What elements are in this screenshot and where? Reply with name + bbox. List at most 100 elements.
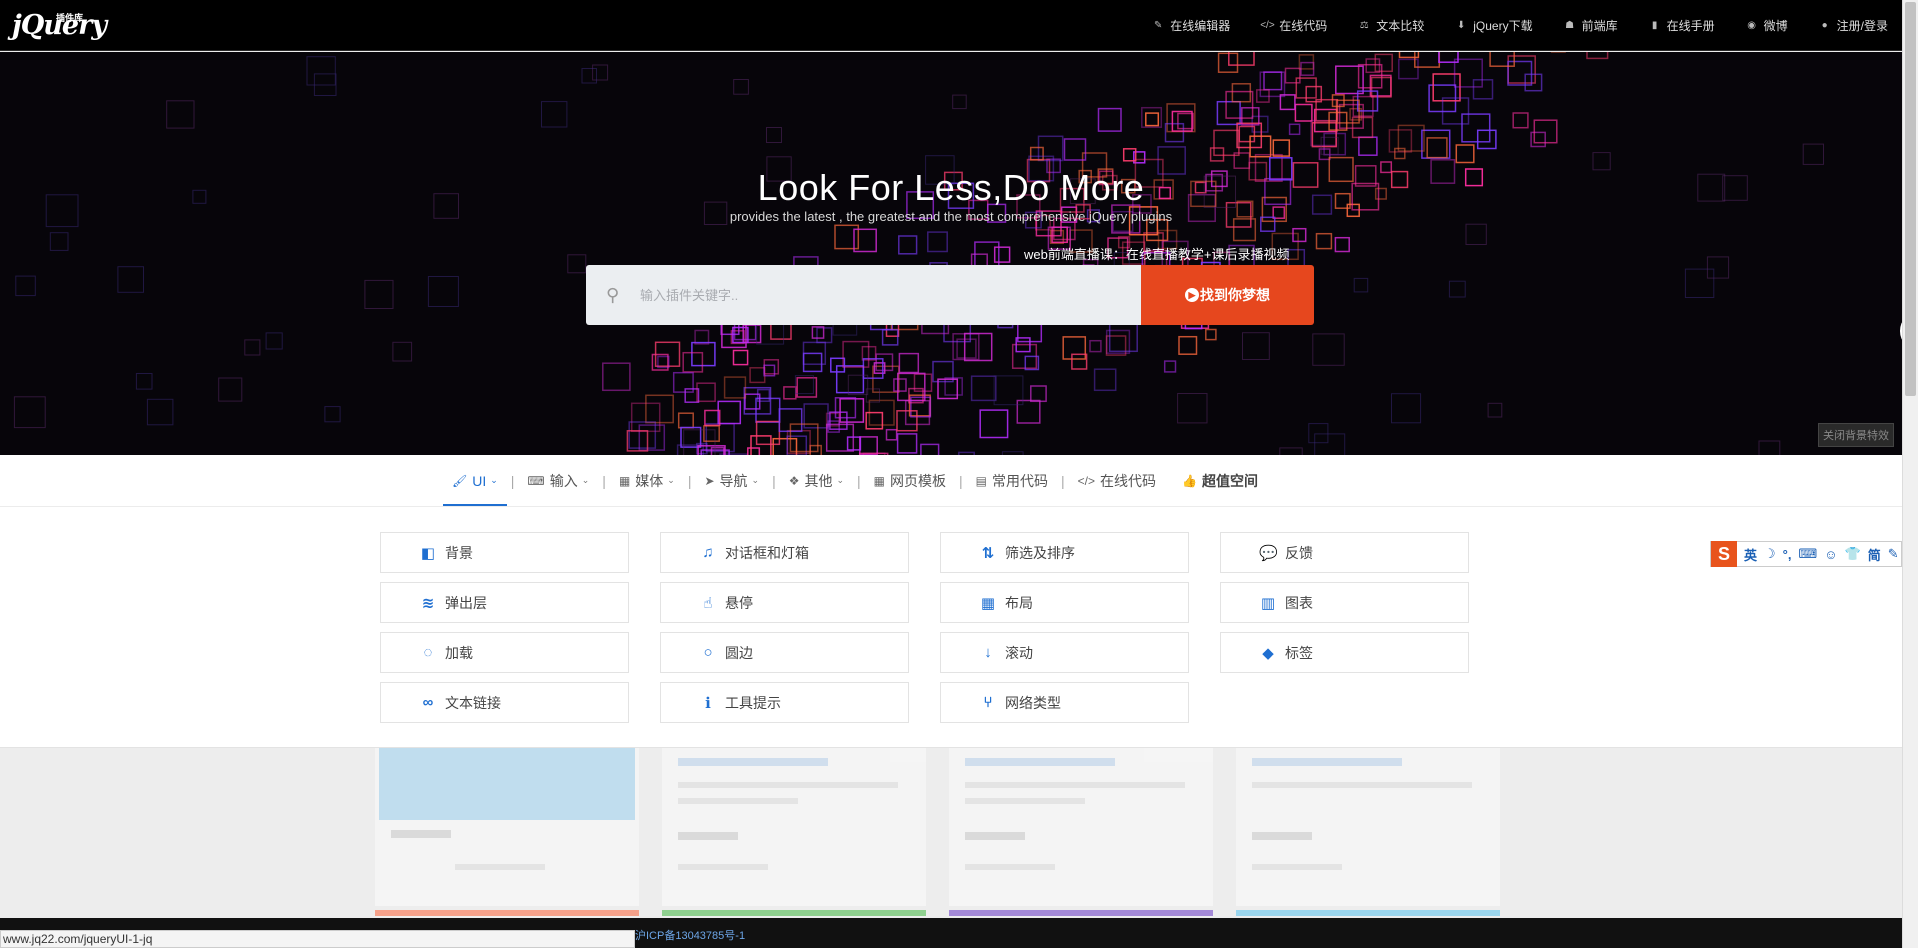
nav-item-4[interactable]: ☗ 前端库 xyxy=(1563,17,1618,34)
promo-link[interactable]: web前端直播课：在线直播教学+课后录播视频 xyxy=(1024,244,1289,263)
nav-item-7[interactable]: ● 注册/登录 xyxy=(1818,17,1888,34)
category-item[interactable]: ▦ 布局 xyxy=(940,582,1189,623)
category-label: 标签 xyxy=(1285,644,1313,661)
ime-item[interactable]: 简 xyxy=(1868,545,1881,564)
close-effect-button[interactable]: 关闭背景特效 xyxy=(1818,423,1894,447)
neon-square xyxy=(896,410,918,432)
tab-separator: | xyxy=(510,472,515,489)
icp-link[interactable]: 沪ICP备13043785号-1 xyxy=(635,927,745,943)
ime-item[interactable]: ✎ xyxy=(1888,546,1899,562)
neon-square xyxy=(306,56,336,86)
ime-item[interactable]: °, xyxy=(1783,547,1792,562)
category-item[interactable]: ∞ 文本链接 xyxy=(380,682,629,723)
tab-5[interactable]: ▦ 网页模板 xyxy=(865,455,955,506)
category-item[interactable]: ↓ 滚动 xyxy=(940,632,1189,673)
neon-square xyxy=(1284,67,1301,84)
tab-1[interactable]: ⌨ 输入 ⌄ xyxy=(518,455,598,506)
nav-item-3[interactable]: ⬇ jQuery下载 xyxy=(1454,17,1533,34)
neon-square xyxy=(1071,353,1088,370)
tab-8[interactable]: 👍 超值空间 xyxy=(1173,455,1267,506)
tab-label: 输入 xyxy=(549,472,578,489)
tab-label: 在线代码 xyxy=(1100,472,1156,489)
code-icon: </> xyxy=(1077,473,1095,488)
tab-separator: | xyxy=(687,472,692,489)
plugin-card[interactable] xyxy=(662,748,926,906)
category-item[interactable]: ⇅ 筛选及排序 xyxy=(940,532,1189,573)
neon-square xyxy=(218,377,243,402)
user-icon: ● xyxy=(1821,20,1828,31)
category-label: 背景 xyxy=(445,544,473,561)
category-item[interactable]: ♫ 对话框和灯箱 xyxy=(660,532,909,573)
neon-square xyxy=(15,275,36,297)
neon-square xyxy=(1216,100,1241,126)
neon-square xyxy=(1448,280,1466,298)
hero-background-effect xyxy=(13,52,1824,455)
neon-square xyxy=(1489,52,1515,67)
category-item[interactable]: ○ 圆边 xyxy=(660,632,909,673)
category-item[interactable]: ⑂ 网络类型 xyxy=(940,682,1189,723)
nav-item-6[interactable]: ◉ 微博 xyxy=(1745,17,1787,34)
neon-square xyxy=(1209,147,1225,162)
circle-icon: ○ xyxy=(703,644,713,661)
category-item[interactable]: ☝ 悬停 xyxy=(660,582,909,623)
category-item[interactable]: ▥ 图表 xyxy=(1220,582,1469,623)
neon-square xyxy=(541,101,568,128)
ime-item[interactable]: ☺ xyxy=(1824,547,1837,562)
search-box: ⚲ xyxy=(586,265,1141,325)
tab-separator: | xyxy=(1061,472,1065,489)
tab-2[interactable]: ▦ 媒体 ⌄ xyxy=(610,455,684,506)
top-nav: ✎ 在线编辑器 </> 在线代码 ⚖ 文本比较 ⬇ jQuery下载 ☗ 前端库 ▮ 在线手册 ◉ 微博 ●… xyxy=(1121,0,1888,51)
nav-item-1[interactable]: </> 在线代码 xyxy=(1260,17,1327,34)
page-scrollbar[interactable] xyxy=(1902,0,1918,948)
ime-item[interactable]: 👕 xyxy=(1845,546,1861,562)
category-item[interactable]: ≋ 弹出层 xyxy=(380,582,629,623)
neon-square xyxy=(1093,368,1117,392)
neon-square xyxy=(1242,332,1270,361)
tab-7[interactable]: </> 在线代码 xyxy=(1069,455,1165,506)
weibo-icon: ◉ xyxy=(1747,20,1756,31)
category-label: 弹出层 xyxy=(445,594,487,611)
plugin-card[interactable] xyxy=(949,748,1213,906)
ime-item[interactable]: ⌨ xyxy=(1798,546,1817,562)
site-logo[interactable]: jQuery 插件库 xyxy=(12,10,107,42)
neon-square xyxy=(1758,440,1781,455)
tab-label: 网页模板 xyxy=(890,472,947,489)
plugin-card[interactable] xyxy=(375,748,639,906)
neon-square xyxy=(1287,248,1306,267)
nav-item-0[interactable]: ✎ 在线编辑器 xyxy=(1151,17,1230,34)
category-item[interactable]: ◌ 加载 xyxy=(380,632,629,673)
neon-square xyxy=(1487,402,1503,418)
film-icon: ▦ xyxy=(618,473,631,488)
plugin-list xyxy=(0,748,1902,938)
sogou-logo-icon[interactable]: S xyxy=(1711,541,1737,567)
neon-square xyxy=(1205,328,1217,341)
neon-square xyxy=(1225,90,1254,119)
scrollbar-thumb[interactable] xyxy=(1905,2,1916,396)
user-secret-icon: ☗ xyxy=(1565,20,1575,31)
category-item[interactable]: 💬 反馈 xyxy=(1220,532,1469,573)
tab-0[interactable]: 🖌 UI ⌄ xyxy=(443,455,507,506)
sort-icon: ⇅ xyxy=(981,544,995,562)
neon-square xyxy=(952,94,967,110)
card-color-strip xyxy=(662,910,926,916)
category-item[interactable]: ℹ 工具提示 xyxy=(660,682,909,723)
plugin-card[interactable] xyxy=(1236,748,1500,906)
tab-4[interactable]: ❖ 其他 ⌄ xyxy=(780,455,853,506)
category-tabs-inner: 🖌 UI ⌄ | ⌨ 输入 ⌄ | ▦ 媒体 ⌄ | ➤ 导航 ⌄ | ❖ 其他 ⌄ | ▦ 网页模板 | ▤ 常用代码 | </>… xyxy=(443,455,1267,506)
tab-3[interactable]: ➤ 导航 ⌄ xyxy=(695,455,768,506)
category-item[interactable]: ◆ 标签 xyxy=(1220,632,1469,673)
neon-square xyxy=(885,428,898,441)
tab-6[interactable]: ▤ 常用代码 xyxy=(967,455,1057,506)
ime-item[interactable]: 英 xyxy=(1744,545,1757,564)
category-label: 圆边 xyxy=(725,644,753,661)
browser-status-bar: www.jq22.com/jqueryUI-1-jq xyxy=(0,930,635,948)
neon-square xyxy=(749,367,766,384)
nav-item-2[interactable]: ⚖ 文本比较 xyxy=(1357,17,1425,34)
nav-item-5[interactable]: ▮ 在线手册 xyxy=(1648,17,1715,34)
link-icon: ∞ xyxy=(422,694,434,711)
neon-square xyxy=(1029,146,1044,161)
search-input[interactable] xyxy=(640,287,1120,303)
ime-item[interactable]: ☽ xyxy=(1764,546,1776,562)
search-button[interactable]: ▶ 找到你梦想 xyxy=(1141,265,1314,325)
category-item[interactable]: ◧ 背景 xyxy=(380,532,629,573)
